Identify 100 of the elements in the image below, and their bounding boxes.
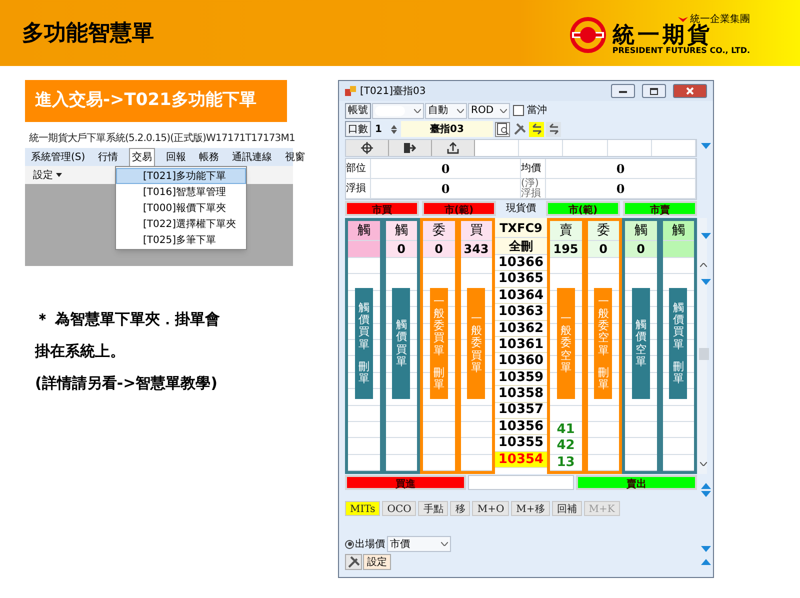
swap-arrows-icon <box>530 123 542 135</box>
spot-price-label: 現貨價 <box>505 202 537 216</box>
strategy-button[interactable]: 手點 <box>418 501 448 516</box>
total-cell: 195 <box>550 241 582 258</box>
search-icon <box>496 123 508 135</box>
note-text: (詳情請另看->智慧單教學) <box>35 374 219 392</box>
value-text: 0 <box>371 179 521 199</box>
order-bar[interactable]: 觸價空單 <box>632 288 650 399</box>
dropdown-item[interactable]: [T016]智慧單管理 <box>116 184 246 200</box>
bar-label: 一般委買單 <box>433 296 444 357</box>
field-label: 浮損 <box>346 179 371 199</box>
field-label: 帳號 <box>345 102 371 118</box>
quantity-spinner[interactable]: 1 <box>373 121 399 137</box>
scroll-down-icon <box>701 491 711 497</box>
note-text: ＊ 為智慧單下單夾．掛單會 <box>35 310 222 328</box>
strategy-button[interactable]: M+移 <box>511 501 550 516</box>
dropdown-item[interactable]: [T022]選擇權下單夾 <box>116 216 246 232</box>
minimize-icon <box>619 90 627 92</box>
menu-item[interactable]: 交易 <box>129 148 156 166</box>
day-trade-checkbox[interactable] <box>513 105 524 116</box>
scroll-down-icon <box>700 462 707 466</box>
maximize-icon <box>650 88 658 94</box>
scrollbar[interactable] <box>698 218 707 474</box>
upload-icon <box>447 142 459 154</box>
logo-subtitle: PRESIDENT FUTURES CO., LTD. <box>612 47 750 55</box>
step-banner: 進入交易->T021多功能下單 <box>25 80 287 122</box>
note-text: 掛在系統上。 <box>35 342 126 360</box>
dropdown-item[interactable]: [T025]多筆下單 <box>116 232 246 248</box>
menu-item[interactable]: 帳務 <box>197 148 222 166</box>
menu-item[interactable]: 行情 <box>96 148 120 166</box>
order-bar[interactable]: 觸價買單 刪單 <box>669 288 688 399</box>
bar-label: 一般委空單 <box>560 313 572 374</box>
strategy-button[interactable]: 移 <box>450 501 470 516</box>
maximize-button[interactable] <box>642 84 666 98</box>
total-cell: 0 <box>423 241 454 258</box>
bar-label: 觸價買單 <box>358 302 370 351</box>
close-button[interactable] <box>673 84 707 98</box>
order-bar[interactable]: 觸價買單 <box>392 288 410 399</box>
bar-label: 一般委空單 <box>598 296 609 357</box>
minimize-button[interactable] <box>611 84 635 98</box>
chevron-down-icon <box>500 108 507 112</box>
radio-label: 出場價 <box>355 538 385 552</box>
product-field[interactable]: 臺指03 <box>401 121 493 137</box>
bird-icon <box>678 17 688 23</box>
tools-button[interactable] <box>345 554 362 570</box>
column-header: 買 <box>460 221 492 241</box>
bar-label: 觸價空單 <box>635 319 646 368</box>
strategy-button[interactable]: M+O <box>472 501 510 516</box>
market-order-button[interactable]: 市(範) <box>422 201 496 216</box>
chevron-down-icon <box>414 108 421 112</box>
order-bar[interactable]: 觸價買單 刪單 <box>354 288 373 399</box>
value-text: 0 <box>371 159 521 179</box>
bar-label: 一般委買單 <box>470 313 482 374</box>
checkbox-label: 當沖 <box>527 104 547 118</box>
column-header: 委 <box>423 221 454 241</box>
settings-button[interactable]: 設定 <box>363 554 391 570</box>
bar-label: 刪單 <box>358 360 370 385</box>
market-order-button[interactable]: 市買 <box>345 201 419 216</box>
market-order-button[interactable]: 市賣 <box>623 201 697 216</box>
column-header: 觸 <box>386 221 417 241</box>
scrollbar-thumb[interactable] <box>699 348 709 360</box>
menu-item[interactable]: 通訊連線 <box>230 148 274 166</box>
scroll-down-icon <box>701 546 711 552</box>
account-select[interactable] <box>372 102 424 118</box>
dropdown-item[interactable]: [T000]報價下單夾 <box>116 200 246 216</box>
order-button[interactable]: 賣出 <box>576 475 697 490</box>
tools-button[interactable] <box>512 122 527 136</box>
total-cell <box>662 241 694 258</box>
exit-price-select[interactable]: 市價 <box>387 536 451 552</box>
column-header: 觸 <box>662 221 694 241</box>
price-input-field[interactable] <box>468 475 574 490</box>
price-cell[interactable]: 10354 <box>495 452 547 468</box>
settings-dropdown-button[interactable]: 設定 <box>33 168 62 182</box>
swap-button[interactable] <box>546 122 561 136</box>
strategy-button[interactable]: OCO <box>382 501 416 516</box>
app-icon <box>345 86 356 96</box>
crosshair-icon <box>361 142 373 154</box>
search-button[interactable] <box>495 122 510 136</box>
menu-item[interactable]: 回報 <box>164 148 188 166</box>
strategy-button[interactable]: 回補 <box>552 501 582 516</box>
menu-item[interactable]: 視窗 <box>283 148 308 166</box>
chevron-down-icon <box>441 542 448 546</box>
total-cell: 343 <box>460 241 492 258</box>
price-mode-select[interactable]: 自動 <box>425 102 467 118</box>
total-cell: 0 <box>386 241 417 258</box>
scroll-up-icon <box>701 483 711 489</box>
dropdown-item[interactable]: [T021]多功能下單 <box>116 168 246 184</box>
radio-button[interactable] <box>345 540 354 549</box>
window-title: [T021]臺指03 <box>360 84 427 98</box>
spinner-arrows-icon <box>391 124 397 134</box>
menu-item[interactable]: 系統管理(S) <box>29 148 88 166</box>
upload-button[interactable] <box>432 140 475 156</box>
time-in-force-select[interactable]: ROD <box>468 102 510 118</box>
market-order-button[interactable]: 市(範) <box>546 201 620 216</box>
order-button[interactable]: 買進 <box>345 475 466 490</box>
total-cell: 0 <box>588 241 619 258</box>
exit-button[interactable] <box>389 140 432 156</box>
strategy-button[interactable]: MITs <box>345 501 380 516</box>
target-button[interactable] <box>346 140 389 156</box>
swap-button[interactable] <box>529 122 544 136</box>
